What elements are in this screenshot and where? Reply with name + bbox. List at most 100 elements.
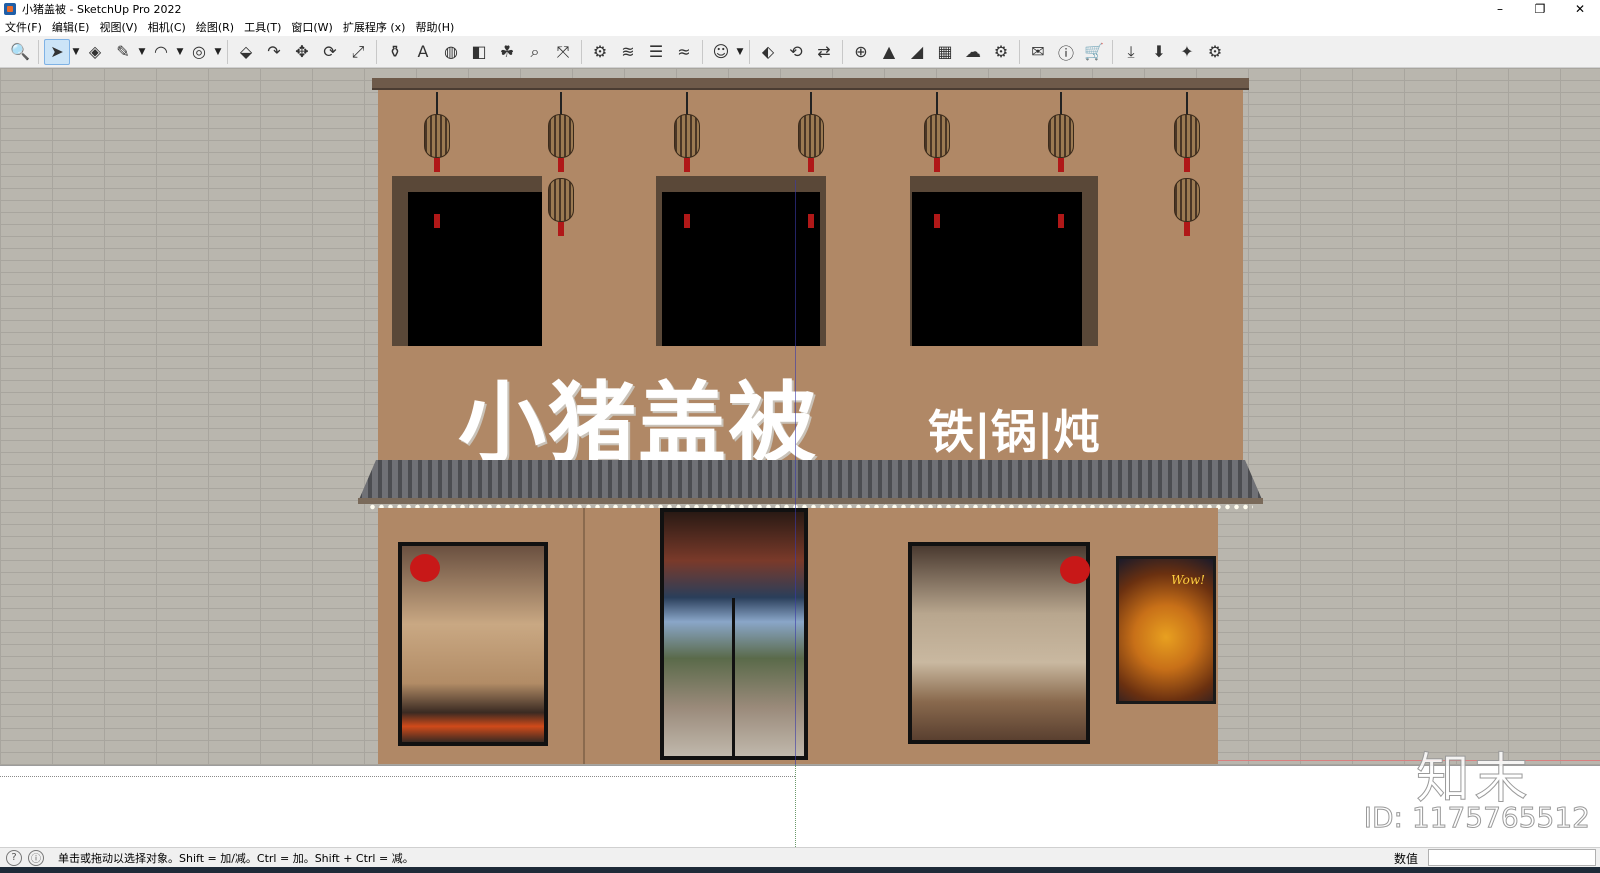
layer-down-icon[interactable]: ⬇ bbox=[1146, 39, 1172, 65]
menu-tools[interactable]: 工具(T) bbox=[239, 19, 286, 35]
cart-icon[interactable]: 🛒 bbox=[1081, 39, 1107, 65]
main-toolbar: 🔍 ➤ ▼ ◈ ✎ ▼ ◠ ▼ ◎ ▼ ⬙ ↷ ✥ ⟳ ⤢ ⚱ A ◍ ◧ ☘ ⌕ ⤧ ⚙ ≋ ☰ ≈ ☺ ▼ ⬖ ⟲ ⇄ ⊕ ▲ ◢ ▦ ☁ ⚙ ✉ ⓘ 🛒… bbox=[0, 36, 1600, 68]
sandbox-icon[interactable]: ≈ bbox=[671, 39, 697, 65]
sketchup-app-icon bbox=[4, 3, 16, 15]
window-controls: – ❐ ✕ bbox=[1480, 0, 1600, 18]
zoom-extents-icon[interactable]: ⤧ bbox=[550, 39, 576, 65]
menu-view[interactable]: 视图(V) bbox=[94, 19, 142, 35]
layers-icon[interactable]: ≋ bbox=[615, 39, 641, 65]
hanging-lantern bbox=[798, 114, 824, 158]
menu-camera[interactable]: 相机(C) bbox=[143, 19, 191, 35]
zoom-icon[interactable]: 🔍 bbox=[7, 39, 33, 65]
section-plane-icon[interactable]: ◧ bbox=[466, 39, 492, 65]
walk-icon[interactable]: ☘ bbox=[494, 39, 520, 65]
ground-line bbox=[0, 765, 1600, 766]
drawing-viewport[interactable]: 小猪盖被 铁|锅|炖 Wow! 知末 ID: 1175765512 bbox=[0, 68, 1600, 847]
menu-extensions[interactable]: 扩展程序 (x) bbox=[338, 19, 411, 35]
lantern-tassel bbox=[558, 158, 564, 172]
settings-icon[interactable]: ⚙ bbox=[1202, 39, 1228, 65]
scale-icon[interactable]: ⤢ bbox=[345, 39, 371, 65]
lantern-cord bbox=[936, 92, 938, 114]
cloud-upload-icon[interactable]: ☁ bbox=[960, 39, 986, 65]
menu-file[interactable]: 文件(F) bbox=[0, 19, 47, 35]
chevron-down-icon[interactable]: ▼ bbox=[137, 47, 147, 57]
lantern-tassel bbox=[934, 214, 940, 228]
info-icon[interactable]: ⓘ bbox=[1053, 39, 1079, 65]
credits-icon[interactable]: ⓘ bbox=[28, 849, 44, 866]
follow-me-icon[interactable]: ↷ bbox=[261, 39, 287, 65]
account-icon[interactable]: ☺ bbox=[708, 39, 734, 65]
select-arrow-icon[interactable]: ➤ bbox=[44, 38, 70, 65]
push-pull-icon[interactable]: ⬙ bbox=[233, 39, 259, 65]
menu-draw[interactable]: 绘图(R) bbox=[191, 19, 239, 35]
terrain-icon[interactable]: ◢ bbox=[904, 39, 930, 65]
pencil-icon[interactable]: ✎ bbox=[110, 39, 136, 65]
tree-icon[interactable]: ▲ bbox=[876, 39, 902, 65]
mail-icon[interactable]: ✉ bbox=[1025, 39, 1051, 65]
checker-icon[interactable]: ▦ bbox=[932, 39, 958, 65]
move-icon[interactable]: ✥ bbox=[289, 39, 315, 65]
download-icon[interactable]: ⤓ bbox=[1118, 39, 1144, 65]
text-label-icon[interactable]: A bbox=[410, 39, 436, 65]
lantern-tassel bbox=[684, 214, 690, 228]
lantern-tassel bbox=[434, 158, 440, 172]
hanging-lantern bbox=[1174, 114, 1200, 158]
toolbar-separator bbox=[749, 39, 750, 64]
toolbar-separator bbox=[842, 39, 843, 64]
tape-measure-icon[interactable]: ◎ bbox=[186, 39, 212, 65]
chevron-down-icon[interactable]: ▼ bbox=[213, 47, 223, 57]
lantern-cord bbox=[686, 92, 688, 114]
hanging-lantern bbox=[674, 114, 700, 158]
stack-icon[interactable]: ☰ bbox=[643, 39, 669, 65]
lantern-tassel bbox=[808, 214, 814, 228]
chevron-down-icon[interactable]: ▼ bbox=[735, 47, 745, 57]
sync-icon[interactable]: ⟲ bbox=[783, 39, 809, 65]
geo-location-icon[interactable]: ? bbox=[6, 849, 22, 866]
toolbar-separator bbox=[1112, 39, 1113, 64]
maximize-button[interactable]: ❐ bbox=[1520, 0, 1560, 18]
facade-divider bbox=[583, 508, 585, 764]
door-split bbox=[732, 598, 735, 758]
lantern-cord bbox=[1186, 92, 1188, 114]
measurements-input[interactable] bbox=[1428, 849, 1596, 866]
lantern-tassel bbox=[1184, 222, 1190, 236]
close-button[interactable]: ✕ bbox=[1560, 0, 1600, 18]
toolbar-separator bbox=[1019, 39, 1020, 64]
zoom-window-icon[interactable]: ⌕ bbox=[522, 39, 548, 65]
hanging-lantern bbox=[1048, 114, 1074, 158]
taskbar-edge bbox=[0, 867, 1600, 873]
extension-warehouse-icon[interactable]: ⬖ bbox=[755, 39, 781, 65]
roof-cornice bbox=[372, 78, 1249, 90]
chevron-down-icon[interactable]: ▼ bbox=[175, 47, 185, 57]
lantern-cord bbox=[560, 92, 562, 114]
measurements-label: 数值 bbox=[1394, 852, 1419, 866]
status-bar: ? ⓘ 单击或拖动以选择对象。Shift = 加/减。Ctrl = 加。Shif… bbox=[0, 847, 1600, 867]
menu-bar: 文件(F) 编辑(E) 视图(V) 相机(C) 绘图(R) 工具(T) 窗口(W… bbox=[0, 18, 1600, 36]
status-hint: 单击或拖动以选择对象。Shift = 加/减。Ctrl = 加。Shift + … bbox=[58, 851, 414, 865]
rotate-icon[interactable]: ⟳ bbox=[317, 39, 343, 65]
styles-icon[interactable]: ⚙ bbox=[587, 39, 613, 65]
add-circle-icon[interactable]: ⊕ bbox=[848, 39, 874, 65]
toolbar-separator bbox=[38, 39, 39, 64]
materials-icon[interactable]: ◍ bbox=[438, 39, 464, 65]
chevron-down-icon[interactable]: ▼ bbox=[71, 47, 81, 57]
food-poster: Wow! bbox=[1116, 556, 1216, 704]
paint-bucket-icon[interactable]: ⚱ bbox=[382, 39, 408, 65]
lantern-cord bbox=[810, 92, 812, 114]
rocket-icon[interactable]: ✦ bbox=[1174, 39, 1200, 65]
lantern-tassel bbox=[684, 158, 690, 172]
minimize-button[interactable]: – bbox=[1480, 0, 1520, 18]
lantern-tassel bbox=[1058, 214, 1064, 228]
lantern-cord bbox=[436, 92, 438, 114]
menu-window[interactable]: 窗口(W) bbox=[286, 19, 337, 35]
lantern-tassel bbox=[558, 222, 564, 236]
arc-icon[interactable]: ◠ bbox=[148, 39, 174, 65]
lantern-tassel bbox=[808, 158, 814, 172]
gear-cluster-icon[interactable]: ⚙ bbox=[988, 39, 1014, 65]
menu-help[interactable]: 帮助(H) bbox=[410, 19, 459, 35]
storefront-model[interactable]: 小猪盖被 铁|锅|炖 Wow! bbox=[358, 78, 1263, 764]
eraser-icon[interactable]: ◈ bbox=[82, 39, 108, 65]
red-lantern bbox=[410, 554, 440, 582]
menu-edit[interactable]: 编辑(E) bbox=[47, 19, 95, 35]
send-to-layout-icon[interactable]: ⇄ bbox=[811, 39, 837, 65]
